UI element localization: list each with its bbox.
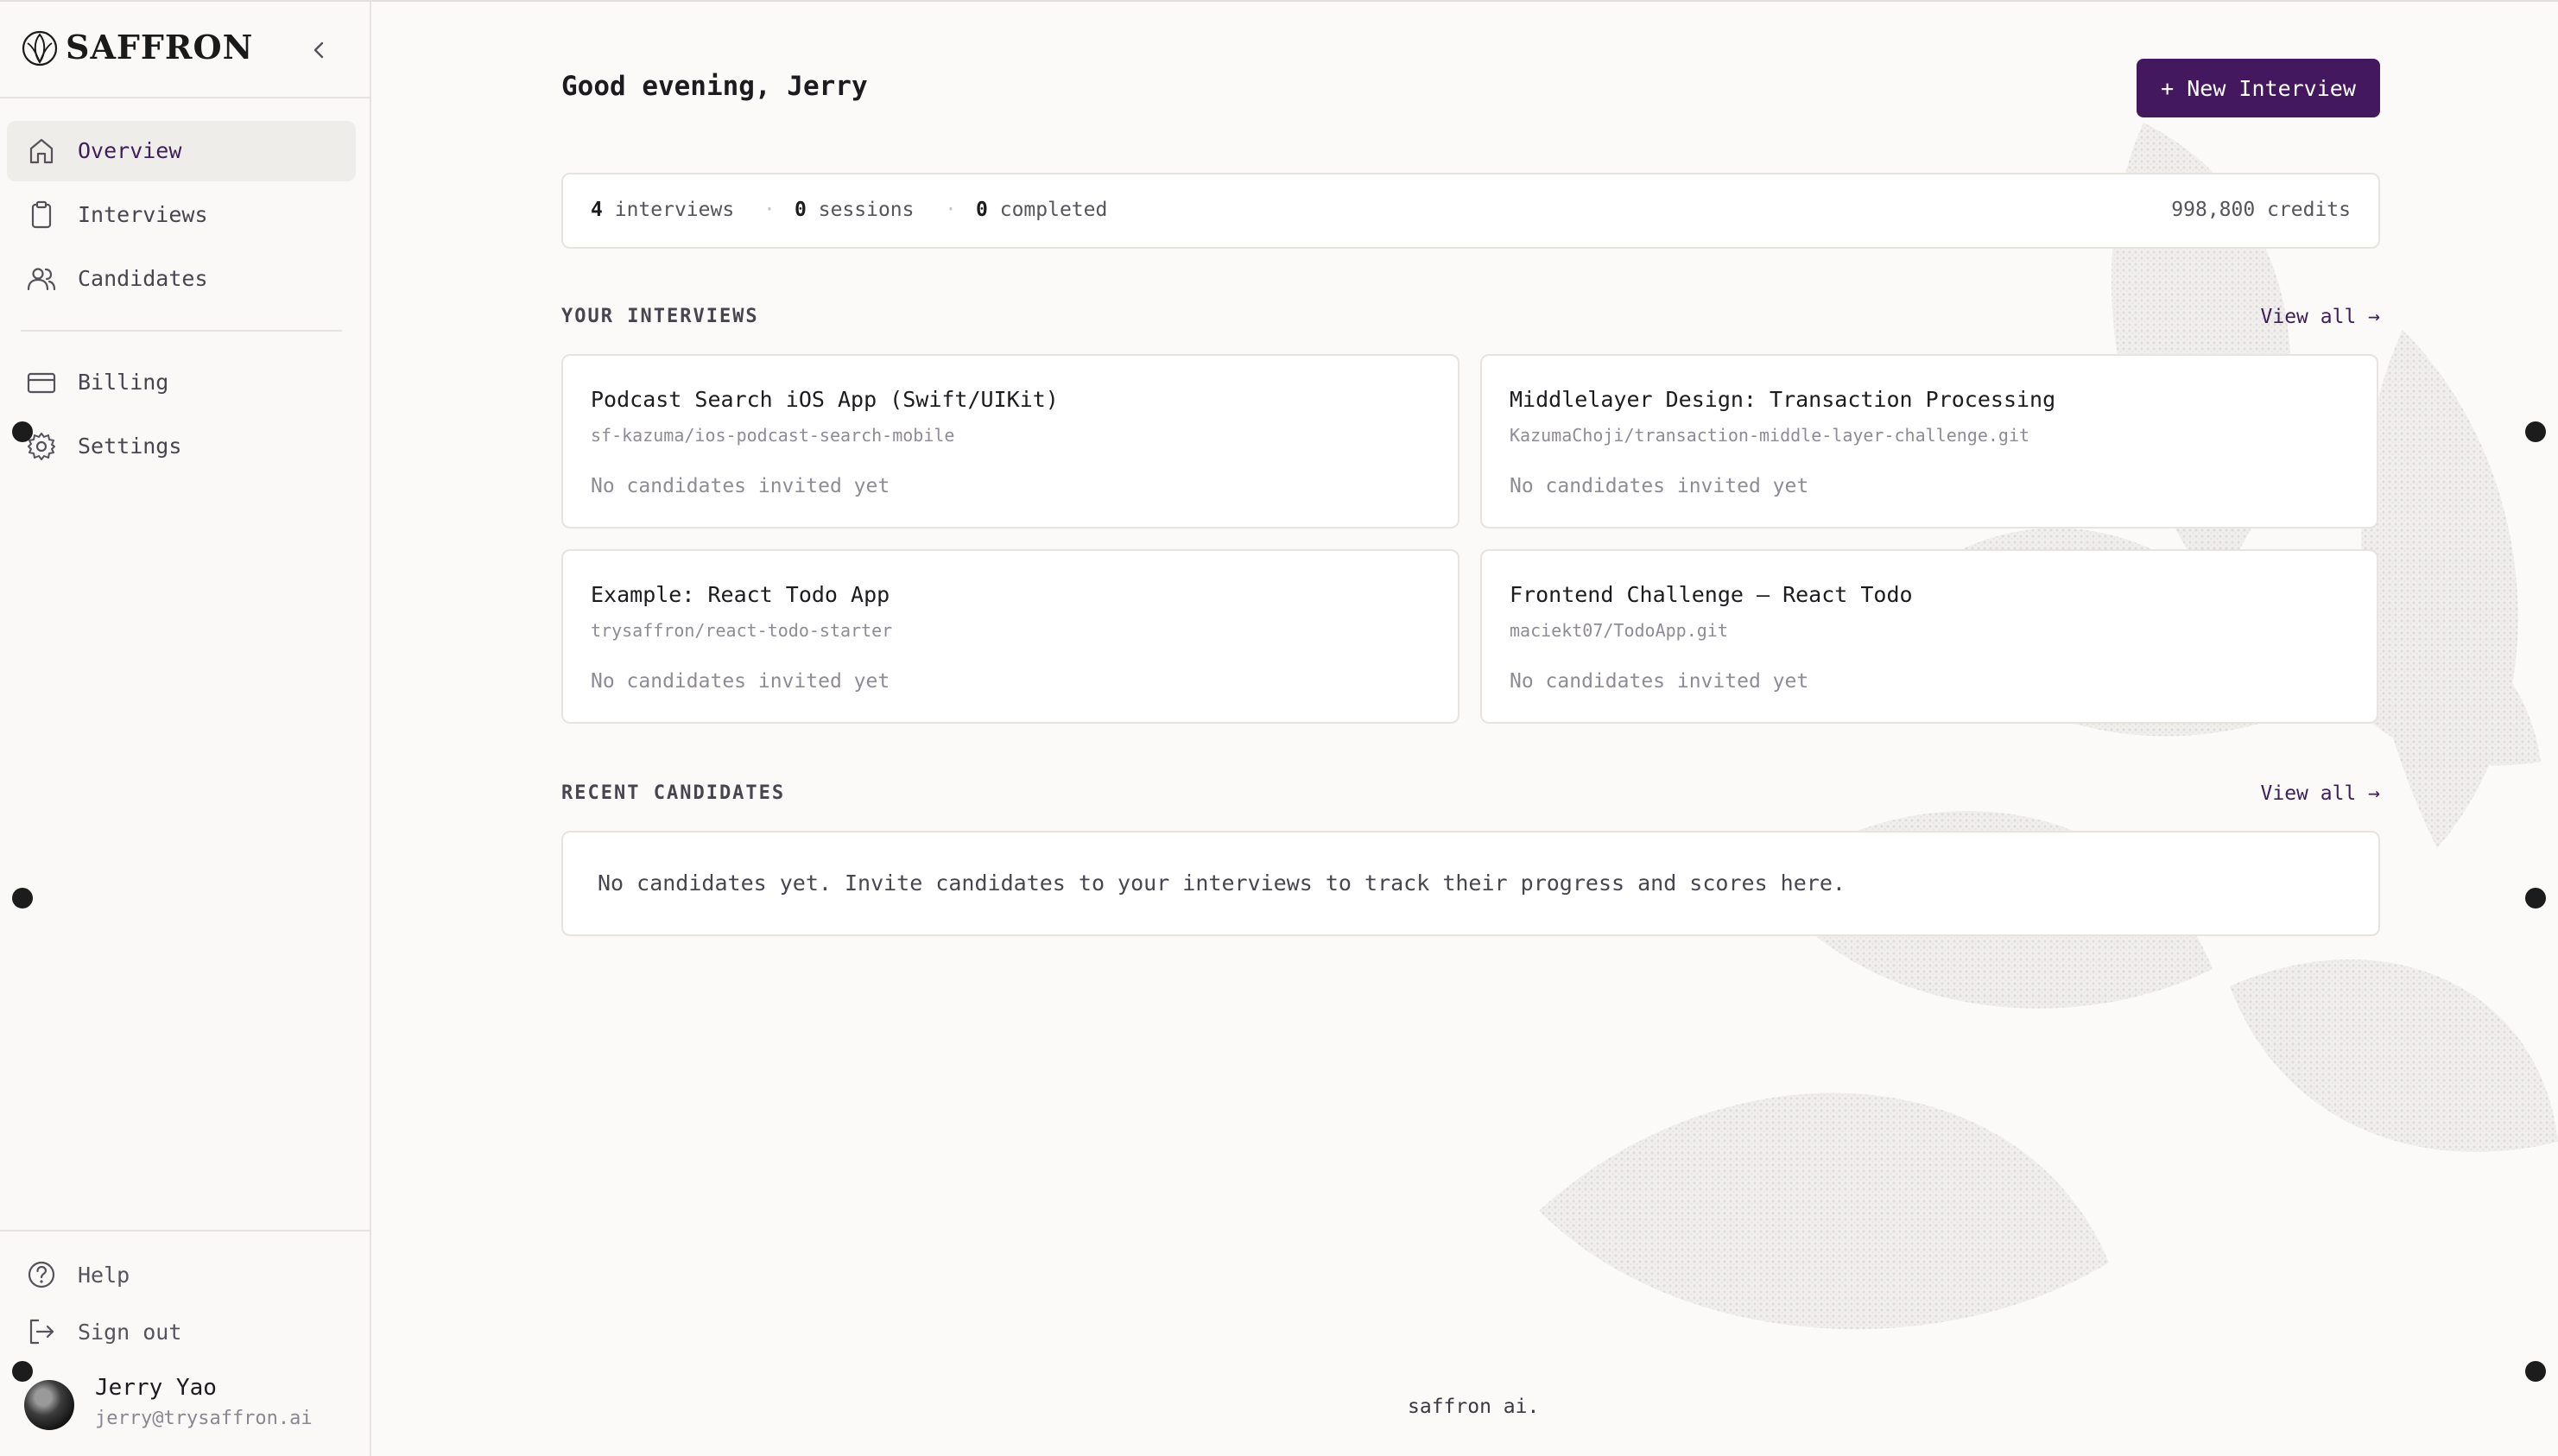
empty-state-message: No candidates yet. Invite candidates to … [598,870,1846,896]
sidebar-divider [21,330,342,332]
interview-repo: KazumaChoji/transaction-middle-layer-cha… [1510,425,2030,446]
interview-repo: sf-kazuma/ios-podcast-search-mobile [591,425,955,446]
edge-marker [12,888,33,908]
interview-card[interactable]: Middlelayer Design: Transaction Processi… [1480,354,2378,529]
sidebar-item-billing[interactable]: Billing [7,352,356,413]
edge-marker [2525,421,2546,442]
interview-title: Example: React Todo App [591,582,890,607]
sidebar: SAFFRON Overview Interviews Candidates B… [0,2,371,1456]
interview-status: No candidates invited yet [591,670,890,693]
sidebar-item-interviews[interactable]: Interviews [7,185,356,245]
stat-completed: 0 completed [976,199,1107,221]
avatar [24,1380,74,1430]
stat-label: interviews [614,199,735,221]
edge-marker [2525,888,2546,908]
interview-status: No candidates invited yet [1510,670,1809,693]
view-all-candidates-link[interactable]: View all → [2261,782,2380,805]
users-icon [27,268,56,291]
interview-status: No candidates invited yet [1510,475,1809,497]
sidebar-item-label: Help [78,1263,130,1288]
sidebar-item-label: Sign out [78,1320,182,1345]
sidebar-item-label: Billing [78,370,169,395]
sidebar-item-help[interactable]: Help [7,1250,356,1299]
interview-repo: trysaffron/react-todo-starter [591,620,893,641]
credit-card-icon [27,372,56,394]
interview-title: Frontend Challenge — React Todo [1510,582,1913,607]
help-circle-icon [28,1261,55,1288]
clipboard-icon [31,200,52,229]
stat-value: 0 [795,199,807,221]
stat-label: completed [999,199,1108,221]
edge-marker [2525,1361,2546,1382]
saffron-logo-icon [22,30,58,66]
interview-card[interactable]: Podcast Search iOS App (Swift/UIKit) sf-… [561,354,1459,529]
interview-repo: maciekt07/TodoApp.git [1510,620,1728,641]
app-window: SAFFRON Overview Interviews Candidates B… [0,0,2558,1456]
recent-candidates-empty-state: No candidates yet. Invite candidates to … [561,831,2380,936]
sidebar-item-settings[interactable]: Settings [7,416,356,477]
view-all-interviews-link[interactable]: View all → [2261,306,2380,328]
interview-card[interactable]: Example: React Todo App trysaffron/react… [561,549,1459,724]
stat-interviews: 4 interviews [591,199,734,221]
stat-value: 4 [591,199,603,221]
section-title-interviews: YOUR INTERVIEWS [561,306,759,327]
logo-row: SAFFRON [0,2,370,98]
sidebar-item-label: Interviews [78,202,208,227]
interview-title: Middlelayer Design: Transaction Processi… [1510,387,2056,412]
stat-sessions: 0 sessions [795,199,915,221]
section-title-candidates: RECENT CANDIDATES [561,782,786,804]
sidebar-item-label: Settings [78,434,182,459]
stat-label: sessions [818,199,915,221]
sidebar-item-label: Overview [78,138,182,163]
edge-marker [12,1361,33,1382]
sidebar-item-candidates[interactable]: Candidates [7,249,356,309]
stats-bar: 4 interviews · 0 sessions · 0 completed … [561,173,2380,249]
edge-marker [12,421,33,442]
sidebar-item-overview[interactable]: Overview [7,121,356,181]
main-content: Good evening, Jerry + New Interview 4 in… [373,2,2558,1456]
brand-name: SAFFRON [66,28,254,66]
credits-balance: 998,800 credits [2171,199,2351,221]
sidebar-item-label: Candidates [78,266,208,291]
user-name: Jerry Yao [95,1375,217,1401]
interview-title: Podcast Search iOS App (Swift/UIKit) [591,387,1059,412]
stat-value: 0 [976,199,988,221]
interview-status: No candidates invited yet [591,475,890,497]
user-profile[interactable]: Jerry Yao jerry@trysaffron.ai [21,1368,358,1440]
interview-card[interactable]: Frontend Challenge — React Todo maciekt0… [1480,549,2378,724]
user-email: jerry@trysaffron.ai [95,1408,313,1429]
stat-separator: · [763,199,776,221]
sign-out-icon [29,1319,54,1345]
footer-brand: saffron ai. [1408,1396,1540,1418]
page-title: Good evening, Jerry [561,71,868,102]
sidebar-bottom-divider [0,1230,370,1231]
stat-separator: · [945,199,957,221]
sidebar-item-sign-out[interactable]: Sign out [7,1307,356,1356]
home-icon [29,138,54,164]
new-interview-button[interactable]: + New Interview [2137,59,2380,117]
collapse-sidebar-chevron-left-icon[interactable] [304,35,335,66]
